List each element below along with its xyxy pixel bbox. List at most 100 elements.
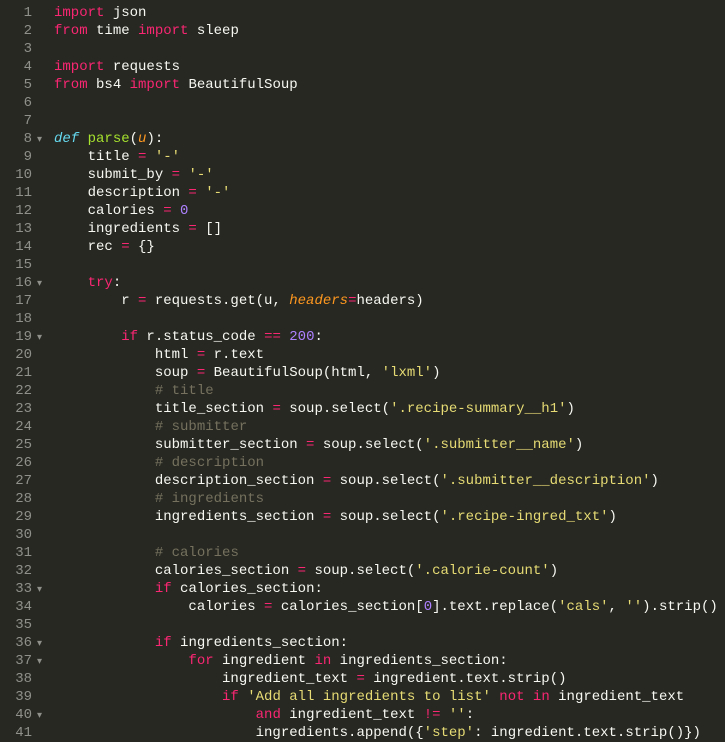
- fold-toggle-icon[interactable]: ▾: [37, 276, 42, 294]
- token-p: {}: [130, 239, 155, 255]
- code-line[interactable]: # submitter: [54, 418, 718, 436]
- token-p: [239, 689, 247, 705]
- token-p: [54, 635, 155, 651]
- token-c: # submitter: [155, 419, 247, 435]
- code-line[interactable]: and ingredient_text != '':: [54, 706, 718, 724]
- code-line[interactable]: submit_by = '-': [54, 166, 718, 184]
- code-line[interactable]: if 'Add all ingredients to list' not in …: [54, 688, 718, 706]
- code-line[interactable]: rec = {}: [54, 238, 718, 256]
- token-s: '': [449, 707, 466, 723]
- code-line[interactable]: if calories_section:: [54, 580, 718, 598]
- token-k: not: [499, 689, 524, 705]
- token-p: []: [197, 221, 222, 237]
- code-line[interactable]: [54, 40, 718, 58]
- fold-toggle-icon[interactable]: ▾: [37, 582, 42, 600]
- fold-toggle-icon[interactable]: ▾: [37, 654, 42, 672]
- code-line[interactable]: description_section = soup.select('.subm…: [54, 472, 718, 490]
- token-p: [441, 707, 449, 723]
- line-number: 30: [0, 526, 32, 544]
- token-k: try: [88, 275, 113, 291]
- token-s: '.submitter__name': [424, 437, 575, 453]
- token-p: submit_by: [54, 167, 172, 183]
- code-line[interactable]: from time import sleep: [54, 22, 718, 40]
- code-line[interactable]: if r.status_code == 200:: [54, 328, 718, 346]
- token-n: 0: [180, 203, 188, 219]
- token-s: '-': [188, 167, 213, 183]
- line-number: 31: [0, 544, 32, 562]
- code-line[interactable]: # description: [54, 454, 718, 472]
- code-line[interactable]: [54, 112, 718, 130]
- code-line[interactable]: ingredients.append({'step': ingredient.t…: [54, 724, 718, 742]
- fold-toggle-icon[interactable]: ▾: [37, 708, 42, 726]
- line-number: 17: [0, 292, 32, 310]
- token-p: [54, 707, 256, 723]
- token-p: title: [54, 149, 138, 165]
- token-p: ingredient.text.strip(): [365, 671, 567, 687]
- token-s: '-': [205, 185, 230, 201]
- token-k: import: [130, 77, 180, 93]
- token-p: ): [567, 401, 575, 417]
- code-line[interactable]: calories = 0: [54, 202, 718, 220]
- code-line[interactable]: def parse(u):: [54, 130, 718, 148]
- line-number: 40▾: [0, 706, 32, 724]
- token-k: =: [188, 221, 196, 237]
- code-line[interactable]: [54, 94, 718, 112]
- code-line[interactable]: title_section = soup.select('.recipe-sum…: [54, 400, 718, 418]
- token-p: BeautifulSoup: [180, 77, 298, 93]
- line-number: 33▾: [0, 580, 32, 598]
- code-line[interactable]: title = '-': [54, 148, 718, 166]
- fold-toggle-icon[interactable]: ▾: [37, 636, 42, 654]
- token-p: [197, 185, 205, 201]
- token-p: html: [54, 347, 197, 363]
- token-s: '.recipe-summary__h1': [390, 401, 566, 417]
- token-p: ingredient_text: [550, 689, 684, 705]
- code-line[interactable]: r = requests.get(u, headers=headers): [54, 292, 718, 310]
- code-line[interactable]: [54, 310, 718, 328]
- token-s: 'cals': [558, 599, 608, 615]
- token-s: '.calorie-count': [415, 563, 549, 579]
- token-p: [54, 689, 222, 705]
- token-p: [54, 491, 155, 507]
- fold-toggle-icon[interactable]: ▾: [37, 132, 42, 150]
- code-line[interactable]: # calories: [54, 544, 718, 562]
- token-k: ==: [264, 329, 281, 345]
- code-line[interactable]: [54, 616, 718, 634]
- code-line[interactable]: import json: [54, 4, 718, 22]
- code-line[interactable]: ingredients = []: [54, 220, 718, 238]
- token-p: [54, 653, 188, 669]
- token-p: :: [315, 329, 323, 345]
- line-number: 3: [0, 40, 32, 58]
- code-line[interactable]: ingredients_section = soup.select('.reci…: [54, 508, 718, 526]
- code-line[interactable]: [54, 256, 718, 274]
- code-line[interactable]: # title: [54, 382, 718, 400]
- token-p: json: [104, 5, 146, 21]
- code-line[interactable]: for ingredient in ingredients_section:: [54, 652, 718, 670]
- token-p: :: [113, 275, 121, 291]
- code-line[interactable]: calories = calories_section[0].text.repl…: [54, 598, 718, 616]
- code-line[interactable]: [54, 526, 718, 544]
- code-editor[interactable]: 12345678▾910111213141516▾171819▾20212223…: [0, 0, 725, 739]
- code-line[interactable]: submitter_section = soup.select('.submit…: [54, 436, 718, 454]
- fold-toggle-icon[interactable]: ▾: [37, 330, 42, 348]
- code-line[interactable]: ingredient_text = ingredient.text.strip(…: [54, 670, 718, 688]
- code-line[interactable]: calories_section = soup.select('.calorie…: [54, 562, 718, 580]
- line-number: 8▾: [0, 130, 32, 148]
- code-content[interactable]: import jsonfrom time import sleepimport …: [42, 0, 718, 739]
- code-line[interactable]: html = r.text: [54, 346, 718, 364]
- line-number: 25: [0, 436, 32, 454]
- code-line[interactable]: from bs4 import BeautifulSoup: [54, 76, 718, 94]
- token-p: ingredient_text: [281, 707, 424, 723]
- code-line[interactable]: try:: [54, 274, 718, 292]
- line-number: 41: [0, 724, 32, 742]
- line-number: 32: [0, 562, 32, 580]
- code-line[interactable]: import requests: [54, 58, 718, 76]
- code-line[interactable]: description = '-': [54, 184, 718, 202]
- token-p: [525, 689, 533, 705]
- code-line[interactable]: soup = BeautifulSoup(html, 'lxml'): [54, 364, 718, 382]
- token-p: ingredients_section:: [331, 653, 507, 669]
- line-number: 5: [0, 76, 32, 94]
- token-kd: def: [54, 131, 79, 147]
- code-line[interactable]: if ingredients_section:: [54, 634, 718, 652]
- code-line[interactable]: # ingredients: [54, 490, 718, 508]
- token-p: calories_section: [54, 563, 298, 579]
